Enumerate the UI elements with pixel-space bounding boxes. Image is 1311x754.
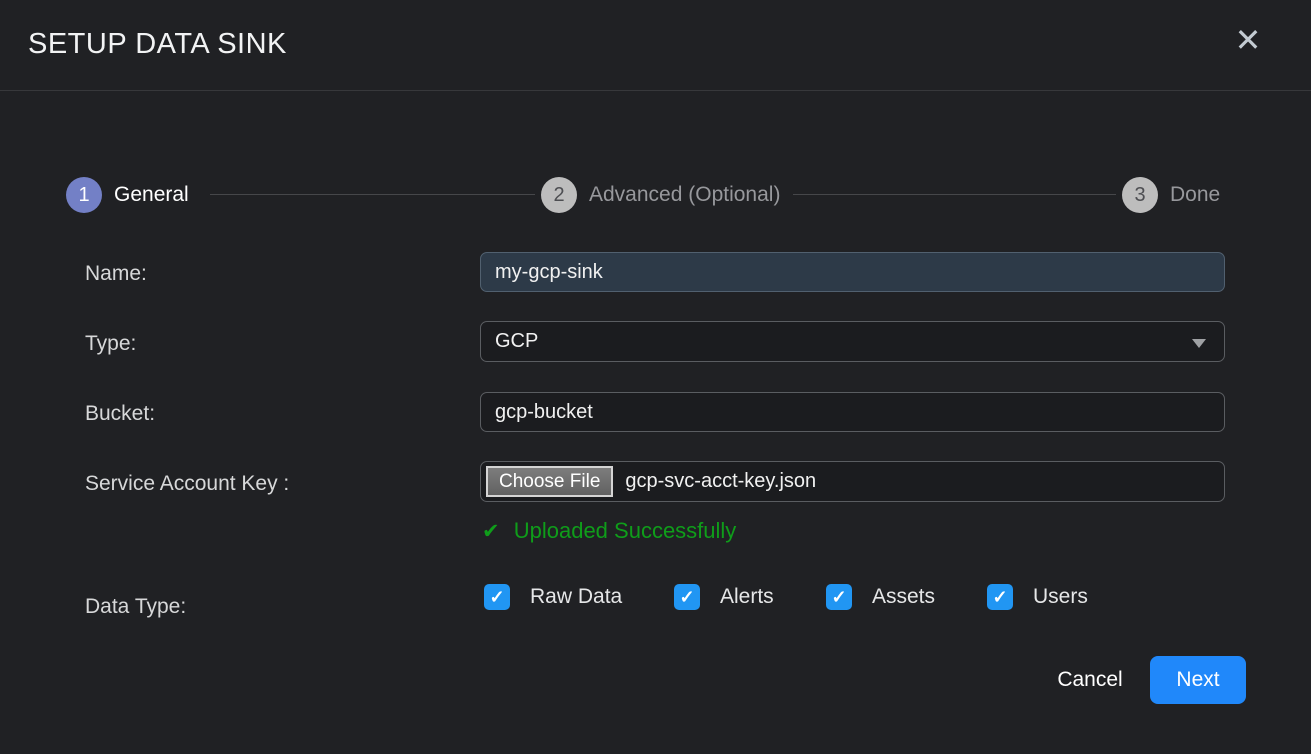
checkbox-group-raw-data: ✓ Raw Data xyxy=(484,584,622,610)
type-select[interactable]: GCP xyxy=(480,321,1225,362)
file-name-text: gcp-svc-acct-key.json xyxy=(625,470,816,493)
modal-header: SETUP DATA SINK ✕ xyxy=(0,0,1311,91)
users-label: Users xyxy=(1033,585,1088,609)
service-account-key-file-input[interactable]: Choose File gcp-svc-acct-key.json xyxy=(480,461,1225,502)
checkbox-group-users: ✓ Users xyxy=(987,584,1088,610)
upload-status: ✔ Uploaded Successfully xyxy=(482,518,736,544)
type-select-value: GCP xyxy=(495,330,538,352)
chevron-down-icon xyxy=(1192,339,1206,348)
users-checkbox[interactable]: ✓ xyxy=(987,584,1013,610)
data-type-label: Data Type: xyxy=(85,595,186,619)
step-connector-2 xyxy=(793,194,1116,195)
cancel-button[interactable]: Cancel xyxy=(1052,666,1128,694)
check-icon: ✔ xyxy=(482,520,500,543)
alerts-checkbox[interactable]: ✓ xyxy=(674,584,700,610)
bucket-input[interactable]: gcp-bucket xyxy=(480,392,1225,432)
step-connector-1 xyxy=(210,194,535,195)
assets-checkbox[interactable]: ✓ xyxy=(826,584,852,610)
service-account-key-label: Service Account Key : xyxy=(85,472,289,496)
step-3-circle[interactable]: 3 xyxy=(1122,177,1158,213)
step-1-circle[interactable]: 1 xyxy=(66,177,102,213)
step-1-label: General xyxy=(114,183,189,207)
raw-data-checkbox[interactable]: ✓ xyxy=(484,584,510,610)
raw-data-label: Raw Data xyxy=(530,585,622,609)
name-input[interactable]: my-gcp-sink xyxy=(480,252,1225,292)
type-label: Type: xyxy=(85,332,136,356)
choose-file-button[interactable]: Choose File xyxy=(486,466,613,497)
upload-status-text: Uploaded Successfully xyxy=(514,518,737,543)
step-3-label: Done xyxy=(1170,183,1220,207)
next-button[interactable]: Next xyxy=(1150,656,1246,704)
close-icon[interactable]: ✕ xyxy=(1228,20,1268,60)
step-2-label: Advanced (Optional) xyxy=(589,183,780,207)
checkbox-group-alerts: ✓ Alerts xyxy=(674,584,774,610)
name-label: Name: xyxy=(85,262,147,286)
alerts-label: Alerts xyxy=(720,585,774,609)
assets-label: Assets xyxy=(872,585,935,609)
step-2-circle[interactable]: 2 xyxy=(541,177,577,213)
checkbox-group-assets: ✓ Assets xyxy=(826,584,935,610)
page-title: SETUP DATA SINK xyxy=(28,28,287,61)
bucket-label: Bucket: xyxy=(85,402,155,426)
